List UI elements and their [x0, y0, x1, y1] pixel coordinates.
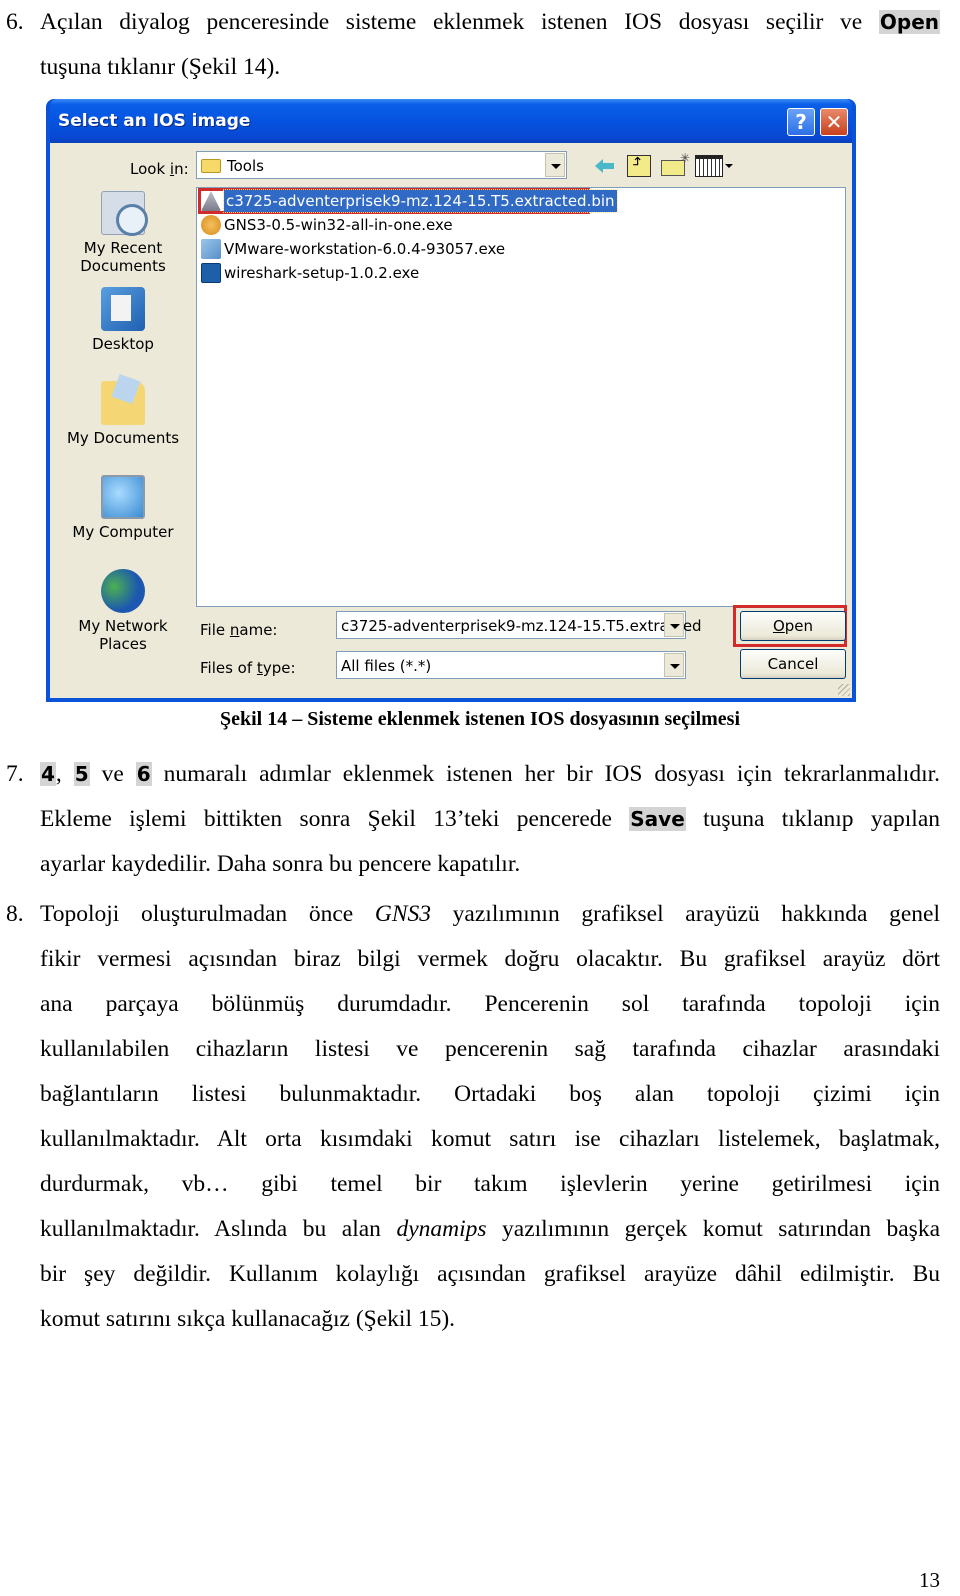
text-line: durdurmak, vb… gibi temel bir takım işle… [40, 1171, 940, 1197]
chevron-down-icon[interactable] [725, 164, 733, 168]
close-button[interactable]: ✕ [820, 108, 848, 136]
step-number: 8. [6, 901, 24, 927]
step-reference: 5 [73, 762, 90, 786]
up-folder-icon[interactable] [627, 155, 651, 177]
save-button-reference: Save [629, 807, 686, 831]
file-type-value: All files (*.*) [341, 657, 432, 675]
chevron-down-icon[interactable] [545, 153, 565, 177]
place-desktop[interactable]: Desktop [50, 287, 196, 353]
file-item[interactable]: GNS3-0.5-win32-all-in-one.exe [201, 214, 453, 236]
figure-caption: Şekil 14 – Sisteme eklenmek istenen IOS … [219, 708, 741, 730]
file-type-label: Files of type: [200, 659, 296, 677]
file-item[interactable]: c3725-adventerprisek9-mz.124-15.T5.extra… [201, 189, 618, 213]
software-name: dynamips [396, 1216, 487, 1242]
places-bar: My Recent Documents Desktop My Documents… [50, 187, 196, 653]
chevron-down-icon[interactable] [664, 653, 684, 677]
bin-file-icon [201, 191, 221, 211]
step-7-paragraph: 7. 4, 5 ve 6 numaralı adımlar eklenmek i… [6, 752, 940, 887]
place-network[interactable]: My Network Places [50, 569, 196, 653]
step-6-paragraph: 6. Açılan diyalog penceresinde sisteme e… [6, 0, 940, 90]
open-button[interactable]: Open [740, 611, 846, 641]
toolbar [593, 151, 733, 177]
help-icon: ? [795, 110, 807, 134]
text-line: komut satırını sıkça kullanacağız (Şekil… [40, 1306, 456, 1332]
installer-icon [201, 215, 221, 235]
step-number: 7. [6, 761, 24, 787]
file-item[interactable]: wireshark-setup-1.0.2.exe [201, 262, 419, 284]
text-line: bir şey değildir. Kullanım kolaylığı açı… [40, 1261, 940, 1287]
text-line: kullanılabilen cihazların listesi ve pen… [40, 1036, 940, 1062]
my-documents-icon [101, 381, 145, 425]
dialog-title: Select an IOS image [58, 111, 251, 131]
file-name-label: File name: [200, 621, 278, 639]
open-button-reference: Open [878, 10, 940, 34]
wireshark-icon [201, 263, 221, 283]
look-in-label: Look in: [130, 160, 189, 178]
text-line: kullanılmaktadır. Aslında bu alan dynami… [40, 1216, 940, 1242]
text-line: Topoloji oluşturulmadan önce GNS3 yazılı… [40, 901, 940, 927]
place-my-documents[interactable]: My Documents [50, 381, 196, 447]
step-reference: 4 [40, 762, 56, 786]
file-name-input[interactable]: c3725-adventerprisek9-mz.124-15.T5.extra… [336, 611, 702, 639]
resize-grip[interactable] [838, 684, 850, 696]
cancel-button[interactable]: Cancel [740, 649, 846, 679]
recent-documents-icon [101, 191, 148, 236]
step-number: 6. [6, 9, 24, 35]
close-icon: ✕ [825, 110, 843, 134]
look-in-dropdown[interactable]: Tools [196, 151, 567, 179]
back-icon[interactable] [593, 155, 617, 177]
text-line: Ekleme işlemi bittikten sonra Şekil 13’t… [40, 806, 940, 832]
text-line: 4, 5 ve 6 numaralı adımlar eklenmek iste… [40, 761, 940, 787]
file-item[interactable]: VMware-workstation-6.0.4-93057.exe [201, 238, 505, 260]
file-name-value: c3725-adventerprisek9-mz.124-15.T5.extra… [341, 617, 702, 635]
new-folder-icon[interactable] [661, 151, 690, 176]
select-ios-image-dialog: Select an IOS image ? ✕ Look in: Tools M… [46, 99, 856, 702]
network-places-icon [101, 569, 145, 613]
text-line: ayarlar kaydedilir. Daha sonra bu pencer… [40, 851, 521, 877]
software-name: GNS3 [374, 901, 432, 927]
views-menu-icon[interactable] [695, 155, 723, 177]
page-number: 13 [919, 1568, 940, 1592]
text-line: fikir vermesi açısından biraz bilgi verm… [40, 946, 940, 972]
help-button[interactable]: ? [787, 108, 815, 136]
text-line: Açılan diyalog penceresinde sisteme ekle… [40, 0, 940, 45]
step-8-paragraph: 8. Topoloji oluşturulmadan önce GNS3 yaz… [6, 892, 940, 1342]
folder-icon [201, 159, 221, 173]
title-bar[interactable]: Select an IOS image ? ✕ [50, 99, 852, 143]
step-reference: 6 [135, 762, 152, 786]
file-list[interactable]: c3725-adventerprisek9-mz.124-15.T5.extra… [196, 187, 846, 607]
text: Açılan diyalog penceresinde sisteme ekle… [40, 9, 879, 35]
vmware-icon [201, 239, 221, 259]
place-my-computer[interactable]: My Computer [50, 475, 196, 541]
text-line: kullanılmaktadır. Alt orta kısımdaki kom… [40, 1126, 940, 1152]
dialog-body: Look in: Tools My Recent Documents Deskt… [50, 143, 852, 698]
my-computer-icon [101, 475, 145, 519]
text-line: tuşuna tıklanır (Şekil 14). [40, 54, 281, 80]
desktop-icon [101, 287, 145, 331]
file-type-dropdown[interactable]: All files (*.*) [336, 651, 686, 679]
text-line: ana parçaya bölünmüş durumdadır. Pencere… [40, 991, 940, 1017]
chevron-down-icon[interactable] [664, 613, 684, 637]
place-recent-documents[interactable]: My Recent Documents [50, 191, 196, 275]
look-in-value: Tools [227, 157, 264, 175]
text-line: bağlantıların listesi bulunmaktadır. Ort… [40, 1081, 940, 1107]
